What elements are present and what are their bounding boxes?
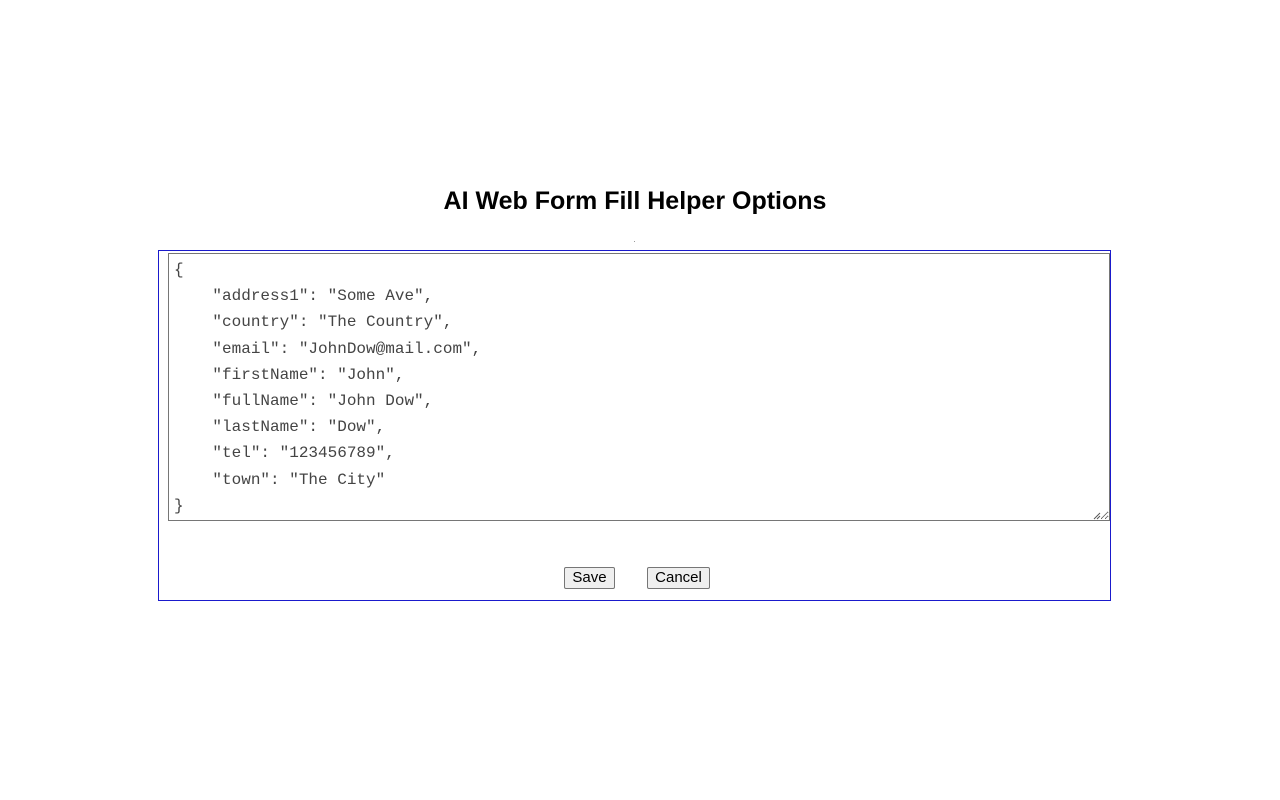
page-title: AI Web Form Fill Helper Options bbox=[443, 187, 827, 215]
options-panel: { "address1": "Some Ave", "country": "Th… bbox=[158, 250, 1111, 601]
json-settings-editor[interactable]: { "address1": "Some Ave", "country": "Th… bbox=[168, 253, 1110, 521]
decorative-dot bbox=[634, 241, 635, 242]
cancel-button[interactable]: Cancel bbox=[647, 567, 710, 589]
save-button[interactable]: Save bbox=[564, 567, 615, 589]
resize-grip-icon[interactable] bbox=[1093, 512, 1101, 520]
